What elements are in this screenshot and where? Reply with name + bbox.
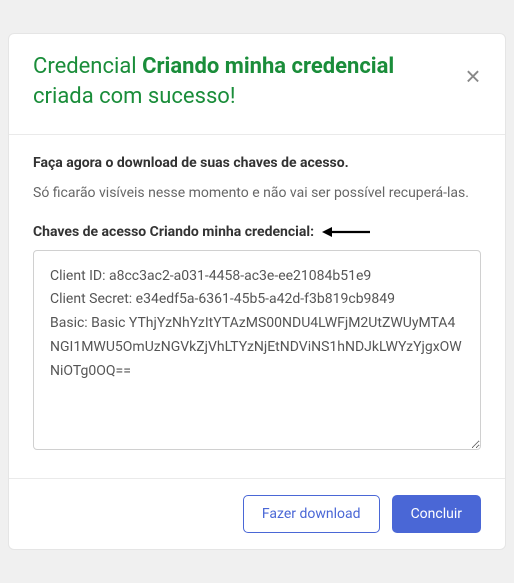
visibility-warning: Só ficarão visíveis nesse momento e não …: [33, 183, 481, 204]
title-credential-name: Criando minha credencial: [142, 54, 394, 79]
modal-body: Faça agora o download de suas chaves de …: [9, 135, 505, 478]
close-icon: ×: [465, 63, 480, 89]
title-prefix: Credencial: [33, 54, 142, 79]
title-suffix: criada com sucesso!: [33, 84, 236, 109]
close-button[interactable]: ×: [459, 62, 487, 90]
arrow-left-icon: [322, 226, 370, 238]
credential-success-modal: Credencial Criando minha credencial cria…: [8, 33, 506, 549]
modal-header: Credencial Criando minha credencial cria…: [9, 34, 505, 134]
finish-button[interactable]: Concluir: [392, 495, 481, 533]
download-button[interactable]: Fazer download: [243, 495, 380, 533]
keys-label-row: Chaves de acesso Criando minha credencia…: [33, 224, 481, 240]
modal-title: Credencial Criando minha credencial cria…: [33, 52, 481, 111]
access-keys-label: Chaves de acesso Criando minha credencia…: [33, 224, 314, 240]
access-keys-textarea[interactable]: [33, 250, 481, 450]
download-instruction: Faça agora o download de suas chaves de …: [33, 155, 481, 171]
modal-footer: Fazer download Concluir: [9, 478, 505, 549]
